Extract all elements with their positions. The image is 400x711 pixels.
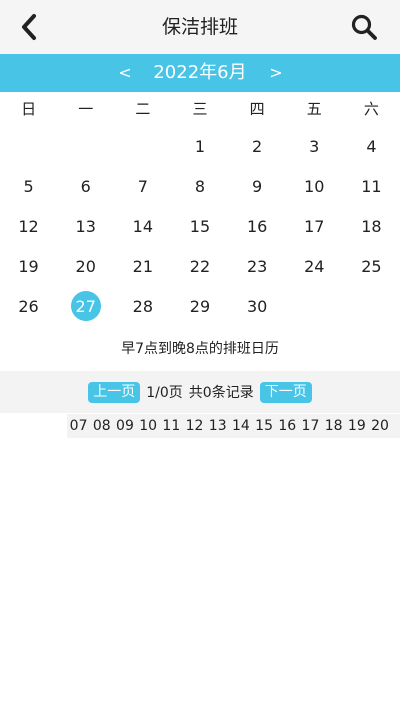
calendar-week-5: 26 27 28 29 30	[0, 286, 400, 326]
calendar-day[interactable]: 8	[171, 166, 228, 206]
calendar-day[interactable]: 5	[0, 166, 57, 206]
hour-header-row: 07 08 09 10 11 12 13 14 15 16 17 18 19 2…	[0, 414, 400, 438]
calendar-day[interactable]: 3	[286, 126, 343, 166]
calendar-day[interactable]: 2	[229, 126, 286, 166]
calendar-day[interactable]: 11	[343, 166, 400, 206]
calendar-day[interactable]: 16	[229, 206, 286, 246]
hour-cell: 14	[231, 418, 250, 434]
page-title: 保洁排班	[161, 16, 238, 38]
calendar-day[interactable]: 15	[171, 206, 228, 246]
calendar-day[interactable]: 19	[0, 246, 57, 286]
calendar-day-empty	[0, 126, 57, 166]
calendar-day[interactable]: 26	[0, 286, 57, 326]
back-button[interactable]	[14, 11, 44, 43]
calendar-day[interactable]: 17	[286, 206, 343, 246]
calendar-day[interactable]: 21	[114, 246, 171, 286]
hour-cell: 16	[278, 418, 297, 434]
calendar-day[interactable]: 12	[0, 206, 57, 246]
weekday-mon: 一	[78, 100, 94, 118]
next-page-button[interactable]: 下一页	[259, 381, 312, 403]
calendar-day[interactable]: 29	[171, 286, 228, 326]
hour-row-gutter	[0, 414, 67, 438]
calendar-day[interactable]: 7	[114, 166, 171, 206]
header-bar: 保洁排班	[0, 0, 400, 54]
pager-bar: 上一页 1/0页 共0条记录 下一页	[0, 371, 400, 413]
hour-cell: 18	[324, 418, 343, 434]
calendar-week-4: 19 20 21 22 23 24 25	[0, 246, 400, 286]
app-screen: 保洁排班 < 2022年6月 > 日 一 二 三 四 五 六 1 2 3 4 5…	[0, 0, 400, 711]
calendar-day[interactable]: 25	[343, 246, 400, 286]
weekday-header-row: 日 一 二 三 四 五 六	[0, 92, 400, 126]
hour-cell: 13	[208, 418, 227, 434]
calendar-day[interactable]: 23	[229, 246, 286, 286]
calendar-day[interactable]: 4	[343, 126, 400, 166]
calendar-day[interactable]: 9	[229, 166, 286, 206]
calendar-day[interactable]: 10	[286, 166, 343, 206]
calendar-day-empty	[343, 286, 400, 326]
month-bar: < 2022年6月 >	[0, 54, 400, 92]
calendar-day[interactable]: 22	[171, 246, 228, 286]
calendar-week-1: 1 2 3 4	[0, 126, 400, 166]
calendar-week-3: 12 13 14 15 16 17 18	[0, 206, 400, 246]
hour-cells: 07 08 09 10 11 12 13 14 15 16 17 18 19 2…	[67, 414, 400, 438]
search-icon	[351, 14, 377, 40]
page-info: 1/0页	[146, 385, 183, 401]
calendar-day[interactable]: 1	[171, 126, 228, 166]
calendar-day[interactable]: 14	[114, 206, 171, 246]
hour-cell: 10	[139, 418, 158, 434]
weekday-sun: 日	[21, 100, 37, 118]
total-records: 共0条记录	[188, 385, 254, 401]
chevron-left-icon	[22, 14, 36, 40]
prev-month-button[interactable]: <	[110, 54, 140, 92]
weekday-wed: 三	[192, 100, 208, 118]
weekday-sat: 六	[363, 100, 379, 118]
prev-page-button[interactable]: 上一页	[88, 381, 141, 403]
weekday-thu: 四	[249, 100, 265, 118]
weekday-fri: 五	[306, 100, 322, 118]
calendar-day[interactable]: 20	[57, 246, 114, 286]
search-button[interactable]	[348, 11, 380, 43]
schedule-caption: 早7点到晚8点的排班日历	[121, 341, 279, 357]
calendar-day-empty	[286, 286, 343, 326]
calendar-day[interactable]: 28	[114, 286, 171, 326]
hour-cell: 20	[371, 418, 389, 434]
hour-cell: 17	[301, 418, 320, 434]
calendar-day-selected[interactable]: 27	[57, 286, 114, 326]
calendar-day[interactable]: 18	[343, 206, 400, 246]
hour-cell: 15	[255, 418, 273, 434]
calendar-day-empty	[57, 126, 114, 166]
calendar-day[interactable]: 24	[286, 246, 343, 286]
calendar-day[interactable]: 13	[57, 206, 114, 246]
hour-cell: 12	[185, 418, 204, 434]
calendar-day[interactable]: 6	[57, 166, 114, 206]
hour-cell: 08	[92, 418, 111, 434]
hour-cell: 11	[162, 418, 181, 434]
weekday-tue: 二	[135, 100, 151, 118]
calendar-day[interactable]: 30	[229, 286, 286, 326]
hour-cell: 19	[347, 418, 366, 434]
next-month-button[interactable]: >	[261, 54, 291, 92]
calendar-week-2: 5 6 7 8 9 10 11	[0, 166, 400, 206]
current-month-label: 2022年6月	[153, 62, 247, 83]
hour-cell: 09	[116, 418, 134, 434]
hour-cell: 07	[69, 418, 88, 434]
calendar-day-empty	[114, 126, 171, 166]
calendar-grid: 日 一 二 三 四 五 六 1 2 3 4 5 6 7 8 9 10 11 12…	[0, 92, 400, 326]
